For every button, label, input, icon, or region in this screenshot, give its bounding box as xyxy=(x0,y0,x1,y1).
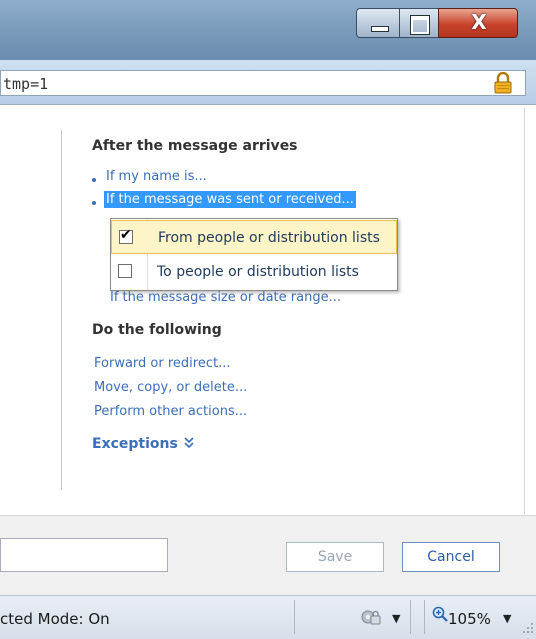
window-titlebar: X xyxy=(0,0,536,60)
if-my-name-link[interactable]: If my name is... xyxy=(106,169,207,184)
other-actions-link[interactable]: Perform other actions... xyxy=(94,404,247,419)
zoom-level[interactable]: 105% xyxy=(448,610,491,628)
after-arrives-title: After the message arrives xyxy=(92,138,298,154)
address-text: tmp=1 xyxy=(3,75,49,93)
zoom-dropdown-icon[interactable]: ▼ xyxy=(503,612,511,625)
menu-item-label: To people or distribution lists xyxy=(157,264,359,280)
minimize-icon xyxy=(371,26,389,32)
menu-item-to-people[interactable]: To people or distribution lists xyxy=(111,255,397,289)
cancel-button[interactable]: Cancel xyxy=(402,542,500,572)
status-separator xyxy=(294,600,295,634)
maximize-button[interactable] xyxy=(399,8,439,38)
bullet xyxy=(92,201,96,205)
zoom-icon xyxy=(432,606,448,622)
padlock-icon[interactable] xyxy=(493,72,513,94)
protected-mode-status: cted Mode: On xyxy=(0,610,110,628)
security-zone-button[interactable]: ▼ xyxy=(360,604,404,630)
sent-received-menu: ✔ From people or distribution lists To p… xyxy=(110,218,398,291)
content-divider xyxy=(61,130,62,490)
close-button[interactable]: X xyxy=(438,8,518,38)
move-copy-delete-link[interactable]: Move, copy, or delete... xyxy=(94,380,247,395)
from-people-checkbox[interactable]: ✔ xyxy=(119,227,133,244)
double-chevron-down-icon xyxy=(184,437,194,449)
close-icon: X xyxy=(471,10,487,34)
forward-redirect-link[interactable]: Forward or redirect... xyxy=(94,356,230,371)
name-field[interactable] xyxy=(0,538,168,572)
content-right-border xyxy=(524,108,525,514)
sent-received-link[interactable]: If the message was sent or received... xyxy=(104,191,356,208)
dropdown-caret-icon: ▼ xyxy=(392,612,401,625)
save-button[interactable]: Save xyxy=(286,542,384,572)
menu-item-from-people[interactable]: ✔ From people or distribution lists xyxy=(111,220,397,254)
rules-content xyxy=(0,105,536,515)
address-field[interactable]: tmp=1 xyxy=(0,70,526,96)
menu-item-label: From people or distribution lists xyxy=(158,230,380,246)
minimize-button[interactable] xyxy=(356,8,400,38)
maximize-icon xyxy=(410,15,430,35)
exceptions-toggle[interactable]: Exceptions xyxy=(92,436,195,452)
do-following-title: Do the following xyxy=(92,322,222,338)
bullet xyxy=(92,178,96,182)
exceptions-label: Exceptions xyxy=(92,436,178,452)
status-separator xyxy=(410,600,411,634)
size-date-link[interactable]: If the message size or date range... xyxy=(110,290,341,305)
to-people-checkbox[interactable] xyxy=(118,264,132,278)
security-settings-icon xyxy=(361,610,381,625)
resize-grip-icon[interactable] xyxy=(522,622,534,634)
status-separator xyxy=(424,600,425,634)
check-icon: ✔ xyxy=(120,227,132,243)
